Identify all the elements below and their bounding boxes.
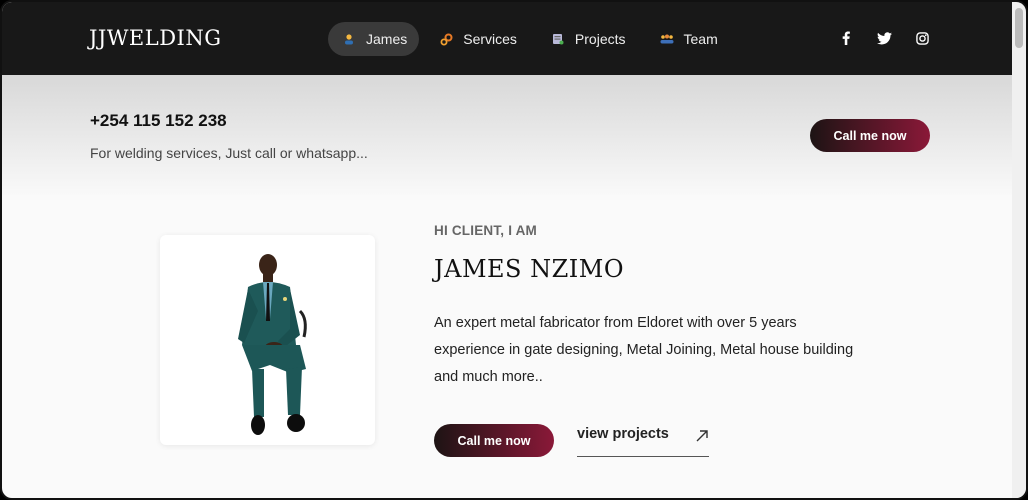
facebook-icon[interactable] (838, 30, 854, 46)
profile-photo (238, 254, 307, 435)
scrollbar[interactable] (1012, 2, 1026, 498)
hero-name: JAMES NZIMO (434, 255, 625, 283)
nav-item-team[interactable]: Team (646, 22, 732, 56)
profile-photo-card (160, 235, 375, 445)
top-navbar: JJWELDING James Services Projects Team (2, 2, 1026, 75)
view-projects-link[interactable]: view projects (577, 426, 709, 457)
contact-tagline: For welding services, Just call or whats… (90, 145, 368, 161)
site-logo[interactable]: JJWELDING (89, 26, 221, 50)
social-links (838, 30, 930, 46)
contact-band: +254 115 152 238 For welding services, J… (2, 75, 1026, 195)
nav-label: Projects (574, 31, 626, 47)
instagram-icon[interactable] (914, 30, 930, 46)
twitter-icon[interactable] (876, 30, 892, 46)
hero-eyebrow: HI CLIENT, I AM (434, 223, 537, 238)
person-icon (342, 32, 356, 46)
scrollbar-thumb[interactable] (1015, 8, 1023, 48)
nav-label: Team (683, 31, 718, 47)
nav-item-services[interactable]: Services (425, 22, 531, 56)
main-nav: James Services Projects Team (328, 22, 732, 56)
hero-bio: An expert metal fabricator from Eldoret … (434, 315, 854, 385)
browser-frame: JJWELDING James Services Projects Team +… (0, 0, 1028, 500)
hero-call-button[interactable]: Call me now (434, 424, 554, 457)
gears-icon (439, 32, 453, 46)
nav-item-projects[interactable]: Projects (537, 22, 640, 56)
view-projects-label: view projects (577, 426, 669, 442)
folder-icon (551, 32, 565, 46)
arrow-up-right-icon (696, 430, 708, 442)
nav-item-james[interactable]: James (328, 22, 420, 56)
nav-label: James (366, 31, 408, 47)
nav-label: Services (463, 31, 517, 47)
team-icon (660, 32, 674, 46)
phone-number: +254 115 152 238 (90, 111, 227, 130)
call-me-now-button[interactable]: Call me now (810, 119, 930, 152)
